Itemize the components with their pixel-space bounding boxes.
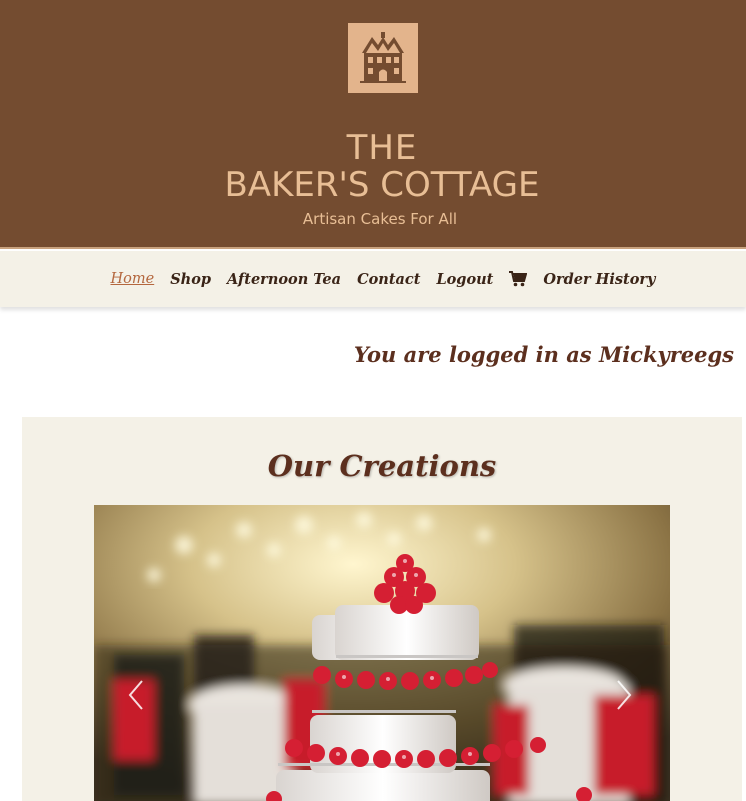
creations-carousel[interactable]: [94, 505, 670, 801]
nav-contact[interactable]: Contact: [357, 271, 420, 288]
nav-order-history[interactable]: Order History: [543, 271, 655, 288]
brand-name-line1: THE: [346, 128, 418, 168]
chevron-right-icon[interactable]: [614, 677, 634, 713]
chevron-left-icon[interactable]: [126, 677, 146, 713]
brand-name-line2: BAKER'S COTTAGE: [224, 165, 540, 205]
cottage-icon[interactable]: [348, 23, 418, 93]
creations-section: Our Creations: [22, 417, 742, 801]
creations-title: Our Creations: [267, 449, 497, 483]
brand-tagline: Artisan Cakes For All: [302, 210, 458, 228]
shopping-cart-icon[interactable]: [509, 271, 528, 287]
logged-in-status: You are logged in as Mickyreegs: [353, 342, 734, 367]
nav-home[interactable]: Home: [110, 271, 154, 287]
main-navigation: Home Shop Afternoon Tea Contact Logout O…: [0, 251, 746, 307]
wedding-cake-photo: [94, 505, 670, 801]
nav-afternoon-tea[interactable]: Afternoon Tea: [227, 271, 341, 288]
nav-shop[interactable]: Shop: [170, 271, 211, 288]
site-header: THE BAKER'S COTTAGE Artisan Cakes For Al…: [0, 0, 746, 249]
nav-logout[interactable]: Logout: [436, 271, 493, 288]
